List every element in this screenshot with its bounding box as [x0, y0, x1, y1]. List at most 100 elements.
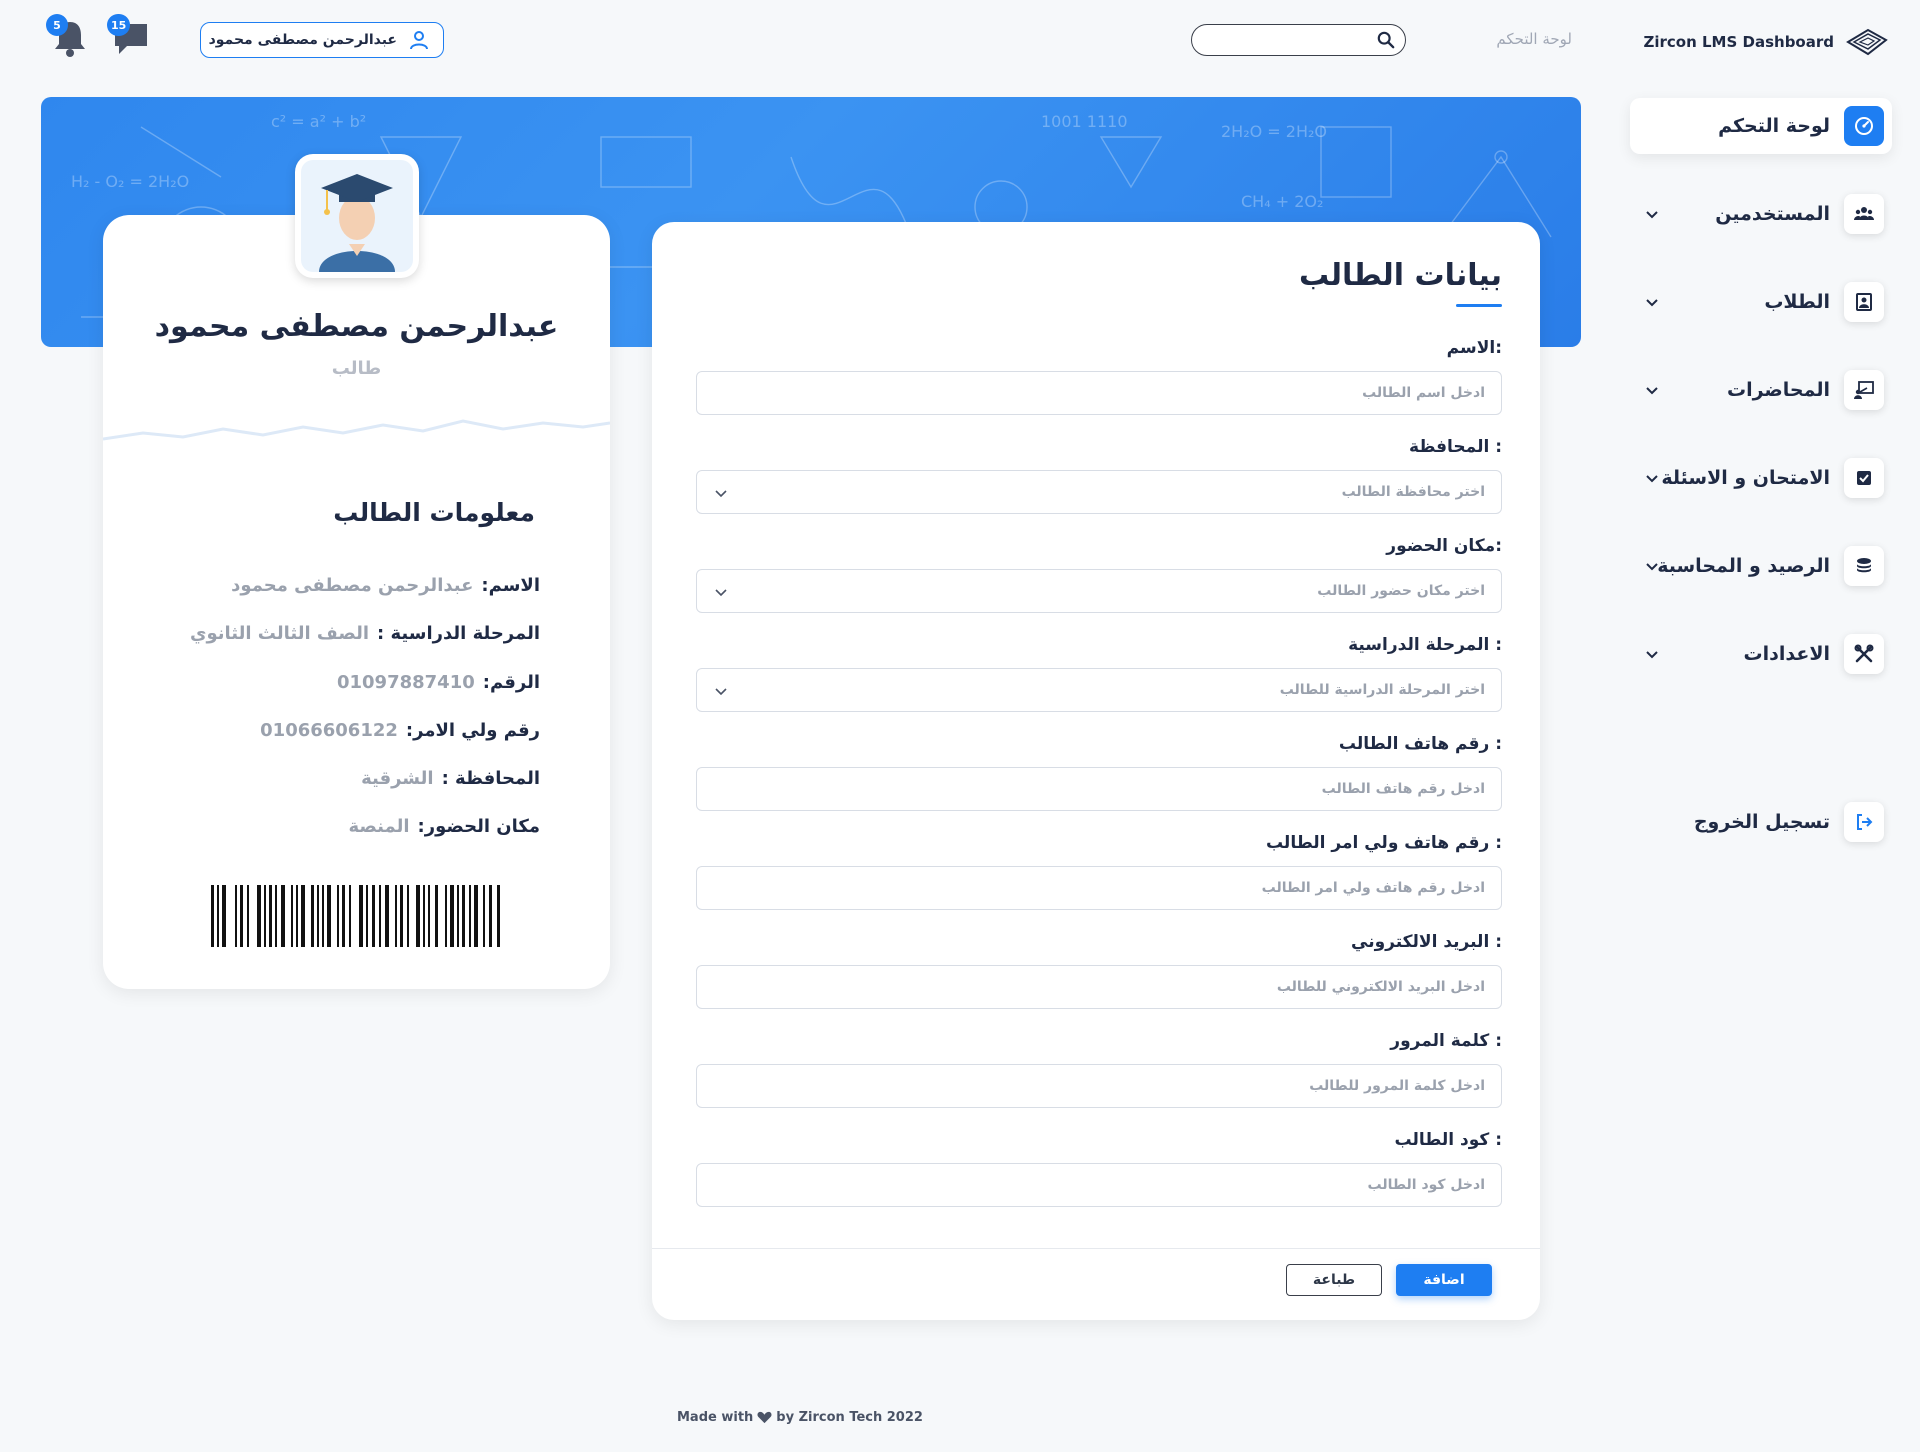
search-icon[interactable] [1377, 31, 1395, 49]
svg-text:CH₄ + 2O₂: CH₄ + 2O₂ [1241, 192, 1323, 211]
chevron-down-icon [1646, 475, 1658, 483]
name-field[interactable] [696, 371, 1502, 415]
info-value: 01097887410 [336, 672, 475, 693]
student-code-field[interactable] [696, 1163, 1502, 1207]
profile-name: عبدالرحمن مصطفى محمود [154, 309, 559, 344]
info-value: 01066606122 [260, 720, 398, 741]
select-placeholder: اختر محافظة الطالب [1341, 484, 1485, 500]
profile-role: طالب [331, 358, 382, 379]
users-icon [1844, 194, 1884, 234]
form-title: بيانات الطالب [1299, 258, 1502, 293]
sidebar-item-label: الاعدادات [1743, 643, 1830, 665]
info-key: المرحلة الدراسية : [377, 623, 540, 644]
info-key: مكان الحضور: [417, 816, 540, 837]
breadcrumb: لوحة التحكم [1496, 30, 1572, 48]
sidebar-item-label: المستخدمين [1715, 203, 1830, 225]
user-menu-button[interactable]: عبدالرحمن مصطفى محمود [200, 22, 444, 58]
sidebar-item-label: المحاضرات [1727, 379, 1830, 401]
sidebar-item-accounting[interactable]: الرصيد و المحاسبة [1630, 538, 1892, 594]
sidebar-item-settings[interactable]: الاعدادات [1630, 626, 1892, 682]
student-code-input[interactable] [697, 1164, 1501, 1206]
sidebar-item-lectures[interactable]: المحاضرات [1630, 362, 1892, 418]
search-box[interactable] [1191, 24, 1406, 56]
footer: Made with by Zircon Tech 2022 [677, 1410, 923, 1425]
brand[interactable]: Zircon LMS Dashboard [1643, 24, 1890, 60]
attendance-label: مكان الحضور: [1386, 536, 1502, 556]
barcode-image [211, 885, 500, 947]
svg-text:2H₂O = 2H₂O: 2H₂O = 2H₂O [1221, 122, 1327, 141]
exam-icon [1844, 458, 1884, 498]
sidebar-item-label: الامتحان و الاسئلة [1661, 467, 1830, 489]
graduate-avatar-icon [301, 160, 413, 272]
svg-text:1001 1110: 1001 1110 [1041, 112, 1128, 131]
chevron-down-icon [1646, 563, 1658, 571]
settings-tools-icon [1844, 634, 1884, 674]
chevron-down-icon [1646, 211, 1658, 219]
email-field[interactable] [696, 965, 1502, 1009]
sidebar-item-label: لوحة التحكم [1718, 115, 1830, 137]
info-key: الرقم: [482, 672, 540, 693]
logo-icon [1846, 28, 1888, 56]
parent-phone-label: رقم هاتف ولي امر الطالب : [1265, 833, 1502, 853]
chevron-down-icon [715, 688, 727, 696]
chevron-down-icon [1646, 651, 1658, 659]
parent-phone-input[interactable] [697, 867, 1501, 909]
phone-input[interactable] [697, 768, 1501, 810]
student-form-card: بيانات الطالب الاسم: المحافظة : اختر محا… [652, 222, 1540, 1320]
chevron-down-icon [1646, 387, 1658, 395]
info-key: المحافظة : [441, 768, 540, 789]
grade-select[interactable]: اختر المرحلة الدراسية للطالب [696, 668, 1502, 712]
form-divider [652, 1248, 1540, 1249]
footer-made-with: Made with [677, 1410, 754, 1425]
phone-field[interactable] [696, 767, 1502, 811]
password-label: كلمة المرور : [1390, 1031, 1502, 1051]
messages-badge: 15 [107, 14, 131, 36]
sidebar-item-label: الطلاب [1764, 291, 1830, 313]
name-label: الاسم: [1446, 338, 1502, 358]
search-input[interactable] [1200, 25, 1370, 53]
title-underline [1456, 304, 1502, 307]
user-icon [410, 31, 428, 50]
sidebar-item-students[interactable]: الطلاب [1630, 274, 1892, 330]
logout-icon [1844, 802, 1884, 842]
info-title: معلومات الطالب [333, 498, 535, 527]
add-button[interactable]: اضافة [1396, 1264, 1492, 1296]
name-input[interactable] [697, 372, 1501, 414]
info-row-attendance: مكان الحضور: المنصة [349, 816, 540, 837]
governorate-select[interactable]: اختر محافظة الطالب [696, 470, 1502, 514]
chevron-down-icon [1646, 299, 1658, 307]
svg-text:H₂ - O₂ = 2H₂O: H₂ - O₂ = 2H₂O [71, 172, 189, 191]
student-avatar [295, 154, 419, 278]
sidebar-item-dashboard[interactable]: لوحة التحكم [1630, 98, 1892, 154]
password-input[interactable] [697, 1065, 1501, 1107]
info-value: الشرقية [361, 768, 434, 789]
logout-wrapper: تسجيل الخروج [1630, 794, 1892, 850]
notifications-button[interactable]: 5 [46, 14, 90, 58]
print-button[interactable]: طباعة [1286, 1264, 1382, 1296]
logout-button[interactable]: تسجيل الخروج [1630, 794, 1892, 850]
parent-phone-field[interactable] [696, 866, 1502, 910]
password-field[interactable] [696, 1064, 1502, 1108]
sidebar-item-users[interactable]: المستخدمين [1630, 186, 1892, 242]
messages-button[interactable]: 15 [107, 14, 151, 58]
info-row-governorate: المحافظة : الشرقية [361, 768, 540, 789]
info-row-parent-phone: رقم ولي الامر: 01066606122 [260, 720, 540, 741]
student-icon [1844, 282, 1884, 322]
email-label: البريد الالكتروني : [1351, 932, 1502, 952]
info-row-grade: المرحلة الدراسية : الصف الثالث الثانوي [190, 623, 540, 644]
student-code-label: كود الطالب : [1394, 1130, 1502, 1150]
footer-by-text: by Zircon Tech 2022 [776, 1410, 923, 1425]
attendance-select[interactable]: اختر مكان حضور الطالب [696, 569, 1502, 613]
chevron-down-icon [715, 490, 727, 498]
sidebar-item-label: الرصيد و المحاسبة [1657, 555, 1830, 577]
email-input[interactable] [697, 966, 1501, 1008]
notifications-badge: 5 [46, 14, 68, 36]
sidebar-item-exams[interactable]: الامتحان و الاسئلة [1630, 450, 1892, 506]
chevron-down-icon [715, 589, 727, 597]
info-key: رقم ولي الامر: [405, 720, 540, 741]
svg-text:c² = a² + b²: c² = a² + b² [271, 112, 366, 131]
lecture-icon [1844, 370, 1884, 410]
logout-label: تسجيل الخروج [1693, 811, 1830, 833]
info-row-phone: الرقم: 01097887410 [337, 672, 540, 693]
select-placeholder: اختر المرحلة الدراسية للطالب [1279, 682, 1485, 698]
